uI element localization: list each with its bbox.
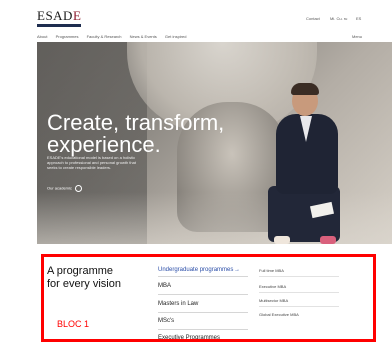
contact-link[interactable]: Contact	[306, 16, 320, 21]
hero-title: Create, transform, experience.	[47, 110, 225, 157]
site-header: ESADE Contact Mi. Cu. ru ES About Progra…	[0, 0, 392, 42]
annotation-frame	[41, 254, 376, 342]
nav-item-news-events[interactable]: News & Events	[130, 34, 157, 39]
hero-description: ESADE's educational model is based on a …	[47, 155, 136, 170]
annotation-label: BLOC 1	[57, 319, 90, 329]
hero-cta-link[interactable]: Our academic	[47, 185, 82, 192]
language-link[interactable]: ES	[356, 16, 361, 21]
hero-banner: Create, transform, experience. ESADE's e…	[37, 42, 392, 244]
logo-underline	[37, 24, 81, 27]
menu-button[interactable]: Menu	[352, 34, 362, 39]
user-link[interactable]: Mi. Cu. ru	[330, 16, 347, 21]
nav-item-get-inspired[interactable]: Get inspired	[165, 34, 187, 39]
esade-logo[interactable]: ESADE	[37, 9, 81, 27]
nav-item-about[interactable]: About	[37, 34, 47, 39]
arrow-circle-icon	[74, 185, 82, 192]
nav-item-programmes[interactable]: Programmes	[56, 34, 79, 39]
hero-person	[262, 82, 347, 244]
nav-item-faculty-research[interactable]: Faculty & Research	[87, 34, 122, 39]
logo-wordmark: ESADE	[37, 8, 82, 23]
page: ESADE Contact Mi. Cu. ru ES About Progra…	[0, 0, 392, 344]
main-nav: About Programmes Faculty & Research News…	[37, 34, 193, 39]
